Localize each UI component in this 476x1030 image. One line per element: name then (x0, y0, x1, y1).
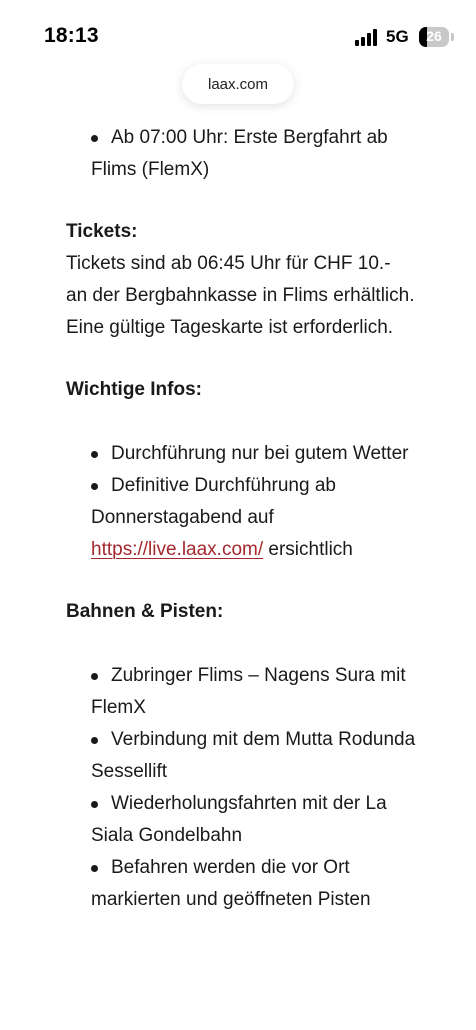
schedule-list: Ab 07:00 Uhr: Erste Bergfahrt ab Flims (… (91, 122, 416, 186)
battery-tip (451, 33, 454, 41)
list-item-text: Definitive Durchführung ab Donnerstagabe… (91, 475, 336, 528)
list-item: Verbindung mit dem Mutta Rodunda Sessell… (91, 724, 416, 788)
list-item: Ab 07:00 Uhr: Erste Bergfahrt ab Flims (… (91, 122, 416, 186)
network-type: 5G (386, 27, 409, 46)
clock: 18:13 (44, 24, 99, 47)
list-item: Befahren werden die vor Ort markierten u… (91, 852, 416, 916)
signal-strength-icon (355, 29, 377, 46)
lifts-list: Zubringer Flims – Nagens Sura mit FlemX … (91, 660, 416, 916)
battery-level: 26 (426, 28, 442, 44)
battery-icon: 26 (419, 27, 449, 47)
tickets-heading: Tickets: (66, 221, 138, 242)
status-bar: 18:13 5G 26 (0, 0, 476, 60)
list-item: Wiederholungsfahrten mit der La Siala Go… (91, 788, 416, 852)
article-content: Ab 07:00 Uhr: Erste Bergfahrt ab Flims (… (66, 122, 416, 916)
live-laax-link[interactable]: https://live.laax.com/ (91, 539, 263, 560)
list-item: Definitive Durchführung ab Donnerstagabe… (91, 470, 416, 566)
list-item-text: ersichtlich (268, 539, 353, 560)
tickets-text: Tickets sind ab 06:45 Uhr für CHF 10.- a… (66, 253, 415, 338)
address-bar[interactable]: laax.com (182, 64, 294, 104)
url-text: laax.com (207, 75, 269, 93)
lifts-heading: Bahnen & Pisten: (66, 601, 224, 622)
list-item: Durchführung nur bei gutem Wetter (91, 438, 416, 470)
infos-heading: Wichtige Infos: (66, 379, 202, 400)
list-item: Zubringer Flims – Nagens Sura mit FlemX (91, 660, 416, 724)
infos-list: Durchführung nur bei gutem Wetter Defini… (91, 438, 416, 566)
